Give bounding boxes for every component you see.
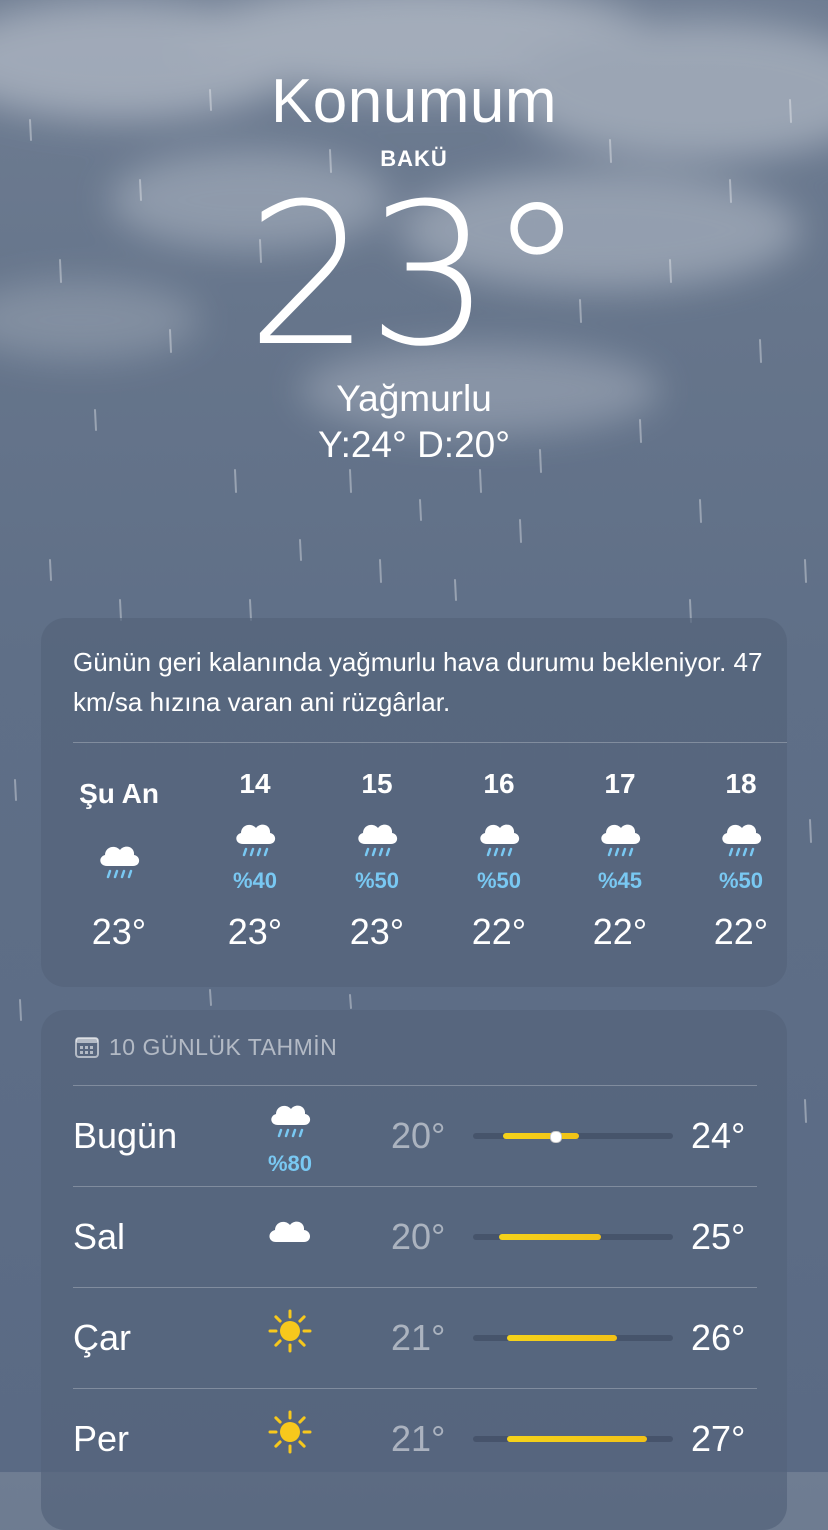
precip-chance: %45 xyxy=(597,868,643,893)
sun-icon xyxy=(265,1309,315,1353)
temperature-range-bar xyxy=(473,1335,673,1341)
precip-chance: %40 xyxy=(232,868,278,893)
card-divider xyxy=(73,742,787,743)
low-temperature: 20° xyxy=(391,1115,446,1156)
rain-cloud-icon xyxy=(717,818,765,862)
forecast-row[interactable]: Çar 21° 26° xyxy=(73,1287,757,1388)
rain-cloud-icon xyxy=(265,1099,315,1143)
temperature-range-fill xyxy=(507,1436,647,1442)
high-temperature: 26° xyxy=(691,1317,746,1358)
current-temperature-value: 23° xyxy=(246,162,585,390)
forecast-title: 10 GÜNLÜK TAHMİN xyxy=(75,1034,337,1061)
forecast-title-text: 10 GÜNLÜK TAHMİN xyxy=(109,1034,338,1060)
precip-chance: %50 xyxy=(354,868,400,893)
precip-chance: %80 xyxy=(267,1151,313,1176)
hour-label: 16 xyxy=(483,768,515,799)
row-divider xyxy=(73,1287,757,1288)
row-divider xyxy=(73,1186,757,1187)
precip-chance: %50 xyxy=(476,868,522,893)
high-temperature: 24° xyxy=(691,1115,746,1156)
weather-summary-text: Günün geri kalanında yağmurlu hava durum… xyxy=(73,647,763,717)
day-label: Sal xyxy=(73,1216,126,1257)
hour-temperature: 23° xyxy=(227,911,283,952)
low-temperature: 21° xyxy=(391,1317,446,1358)
day-label: Bugün xyxy=(73,1115,178,1156)
low-temperature: 21° xyxy=(391,1418,446,1459)
temperature-range-fill xyxy=(507,1335,617,1341)
rain-cloud-icon xyxy=(231,818,279,862)
temperature-range-fill xyxy=(499,1234,601,1240)
rain-cloud-icon xyxy=(475,818,523,862)
day-label: Çar xyxy=(73,1317,132,1358)
hour-label: 17 xyxy=(604,768,636,799)
temperature-range-fill xyxy=(503,1133,579,1139)
row-divider xyxy=(73,1388,757,1389)
forecast-row[interactable]: Per 21° 27° xyxy=(73,1388,757,1489)
condition-label: Yağmurlu xyxy=(336,378,492,419)
hour-temperature: 23° xyxy=(91,911,147,952)
forecast-row[interactable]: Sal 20° 25° xyxy=(73,1186,757,1287)
day-label: Per xyxy=(73,1418,130,1459)
hour-temperature: 23° xyxy=(349,911,405,952)
temperature-range-bar xyxy=(473,1234,673,1240)
sun-icon xyxy=(265,1410,315,1454)
high-low-label: Y:24° D:20° xyxy=(317,424,511,465)
hour-temperature: 22° xyxy=(471,911,527,952)
high-temperature: 25° xyxy=(691,1216,746,1257)
ten-day-forecast-card[interactable]: 10 GÜNLÜK TAHMİN Bugün %80 20° 24° Sal 2… xyxy=(41,1010,787,1530)
calendar-icon xyxy=(75,1037,99,1058)
hour-temperature: 22° xyxy=(713,911,769,952)
hour-label: 18 xyxy=(725,768,757,799)
row-divider xyxy=(73,1085,757,1086)
temperature-range-bar xyxy=(473,1131,673,1143)
precip-chance: %50 xyxy=(718,868,764,893)
forecast-row[interactable]: Bugün %80 20° 24° xyxy=(73,1085,757,1186)
hourly-forecast-card[interactable]: Günün geri kalanında yağmurlu hava durum… xyxy=(41,618,787,987)
current-temperature: 23° xyxy=(0,178,828,374)
rain-cloud-icon xyxy=(353,818,401,862)
hour-label: 15 xyxy=(361,768,393,799)
cloud-icon xyxy=(265,1208,315,1252)
location-title: Konumum xyxy=(270,67,558,136)
hour-temperature: 22° xyxy=(592,911,648,952)
temperature-range-bar xyxy=(473,1436,673,1442)
rain-cloud-icon xyxy=(596,818,644,862)
rain-cloud-icon xyxy=(95,840,143,884)
hour-label: 14 xyxy=(239,768,271,799)
high-temperature: 27° xyxy=(691,1418,746,1459)
low-temperature: 20° xyxy=(391,1216,446,1257)
current-temp-marker xyxy=(550,1131,562,1143)
hour-label: Şu An xyxy=(79,778,159,809)
